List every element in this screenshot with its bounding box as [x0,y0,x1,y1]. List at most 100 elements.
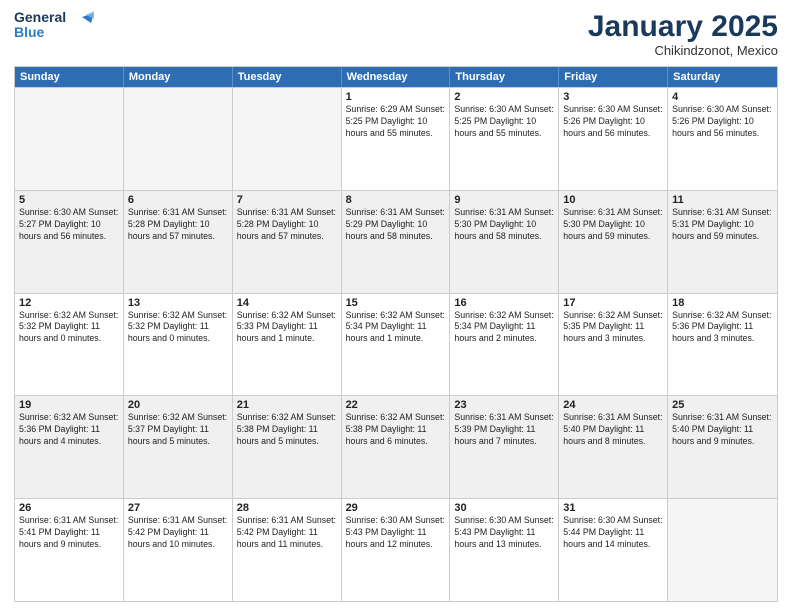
day-number: 21 [237,399,337,411]
header-day-thursday: Thursday [450,67,559,87]
calendar-cell-day-14: 14Sunrise: 6:32 AM Sunset: 5:33 PM Dayli… [233,294,342,396]
calendar-cell-day-22: 22Sunrise: 6:32 AM Sunset: 5:38 PM Dayli… [342,396,451,498]
header-day-friday: Friday [559,67,668,87]
day-number: 26 [19,502,119,514]
page: General Blue January 2025 Chikindzonot, … [0,0,792,612]
calendar-cell-day-1: 1Sunrise: 6:29 AM Sunset: 5:25 PM Daylig… [342,88,451,190]
cell-info-text: Sunrise: 6:31 AM Sunset: 5:40 PM Dayligh… [672,412,773,448]
calendar-cell-empty-4-6 [668,499,777,601]
day-number: 14 [237,297,337,309]
cell-info-text: Sunrise: 6:32 AM Sunset: 5:32 PM Dayligh… [19,310,119,346]
calendar-cell-day-9: 9Sunrise: 6:31 AM Sunset: 5:30 PM Daylig… [450,191,559,293]
calendar: SundayMondayTuesdayWednesdayThursdayFrid… [14,66,778,602]
day-number: 29 [346,502,446,514]
calendar-cell-day-18: 18Sunrise: 6:32 AM Sunset: 5:36 PM Dayli… [668,294,777,396]
calendar-cell-day-2: 2Sunrise: 6:30 AM Sunset: 5:25 PM Daylig… [450,88,559,190]
calendar-cell-day-8: 8Sunrise: 6:31 AM Sunset: 5:29 PM Daylig… [342,191,451,293]
calendar-cell-day-6: 6Sunrise: 6:31 AM Sunset: 5:28 PM Daylig… [124,191,233,293]
day-number: 1 [346,91,446,103]
cell-info-text: Sunrise: 6:31 AM Sunset: 5:39 PM Dayligh… [454,412,554,448]
day-number: 7 [237,194,337,206]
cell-info-text: Sunrise: 6:32 AM Sunset: 5:34 PM Dayligh… [346,310,446,346]
calendar-row-0: 1Sunrise: 6:29 AM Sunset: 5:25 PM Daylig… [15,87,777,190]
calendar-cell-day-24: 24Sunrise: 6:31 AM Sunset: 5:40 PM Dayli… [559,396,668,498]
day-number: 18 [672,297,773,309]
title-block: January 2025 Chikindzonot, Mexico [588,10,778,58]
cell-info-text: Sunrise: 6:30 AM Sunset: 5:27 PM Dayligh… [19,207,119,243]
cell-info-text: Sunrise: 6:31 AM Sunset: 5:29 PM Dayligh… [346,207,446,243]
cell-info-text: Sunrise: 6:30 AM Sunset: 5:25 PM Dayligh… [454,104,554,140]
cell-info-text: Sunrise: 6:32 AM Sunset: 5:35 PM Dayligh… [563,310,663,346]
cell-info-text: Sunrise: 6:31 AM Sunset: 5:42 PM Dayligh… [237,515,337,551]
cell-info-text: Sunrise: 6:31 AM Sunset: 5:40 PM Dayligh… [563,412,663,448]
logo-line2: Blue [14,25,66,40]
month-title: January 2025 [588,10,778,43]
calendar-cell-day-17: 17Sunrise: 6:32 AM Sunset: 5:35 PM Dayli… [559,294,668,396]
calendar-cell-day-11: 11Sunrise: 6:31 AM Sunset: 5:31 PM Dayli… [668,191,777,293]
calendar-cell-empty-0-0 [15,88,124,190]
day-number: 5 [19,194,119,206]
calendar-cell-day-3: 3Sunrise: 6:30 AM Sunset: 5:26 PM Daylig… [559,88,668,190]
cell-info-text: Sunrise: 6:30 AM Sunset: 5:26 PM Dayligh… [563,104,663,140]
cell-info-text: Sunrise: 6:30 AM Sunset: 5:43 PM Dayligh… [346,515,446,551]
cell-info-text: Sunrise: 6:31 AM Sunset: 5:30 PM Dayligh… [563,207,663,243]
calendar-cell-day-5: 5Sunrise: 6:30 AM Sunset: 5:27 PM Daylig… [15,191,124,293]
day-number: 8 [346,194,446,206]
calendar-row-2: 12Sunrise: 6:32 AM Sunset: 5:32 PM Dayli… [15,293,777,396]
day-number: 13 [128,297,228,309]
logo-line1: General [14,10,66,25]
cell-info-text: Sunrise: 6:32 AM Sunset: 5:36 PM Dayligh… [672,310,773,346]
calendar-row-1: 5Sunrise: 6:30 AM Sunset: 5:27 PM Daylig… [15,190,777,293]
calendar-cell-day-4: 4Sunrise: 6:30 AM Sunset: 5:26 PM Daylig… [668,88,777,190]
header-day-saturday: Saturday [668,67,777,87]
calendar-cell-day-25: 25Sunrise: 6:31 AM Sunset: 5:40 PM Dayli… [668,396,777,498]
cell-info-text: Sunrise: 6:31 AM Sunset: 5:31 PM Dayligh… [672,207,773,243]
calendar-cell-day-15: 15Sunrise: 6:32 AM Sunset: 5:34 PM Dayli… [342,294,451,396]
day-number: 11 [672,194,773,206]
cell-info-text: Sunrise: 6:32 AM Sunset: 5:38 PM Dayligh… [237,412,337,448]
day-number: 20 [128,399,228,411]
day-number: 28 [237,502,337,514]
day-number: 31 [563,502,663,514]
day-number: 17 [563,297,663,309]
cell-info-text: Sunrise: 6:32 AM Sunset: 5:32 PM Dayligh… [128,310,228,346]
day-number: 19 [19,399,119,411]
cell-info-text: Sunrise: 6:30 AM Sunset: 5:43 PM Dayligh… [454,515,554,551]
cell-info-text: Sunrise: 6:31 AM Sunset: 5:28 PM Dayligh… [128,207,228,243]
calendar-cell-day-23: 23Sunrise: 6:31 AM Sunset: 5:39 PM Dayli… [450,396,559,498]
cell-info-text: Sunrise: 6:32 AM Sunset: 5:33 PM Dayligh… [237,310,337,346]
calendar-cell-day-7: 7Sunrise: 6:31 AM Sunset: 5:28 PM Daylig… [233,191,342,293]
cell-info-text: Sunrise: 6:32 AM Sunset: 5:36 PM Dayligh… [19,412,119,448]
cell-info-text: Sunrise: 6:31 AM Sunset: 5:42 PM Dayligh… [128,515,228,551]
header-day-wednesday: Wednesday [342,67,451,87]
calendar-cell-day-29: 29Sunrise: 6:30 AM Sunset: 5:43 PM Dayli… [342,499,451,601]
calendar-cell-empty-0-1 [124,88,233,190]
header: General Blue January 2025 Chikindzonot, … [14,10,778,58]
cell-info-text: Sunrise: 6:30 AM Sunset: 5:26 PM Dayligh… [672,104,773,140]
cell-info-text: Sunrise: 6:32 AM Sunset: 5:34 PM Dayligh… [454,310,554,346]
header-day-tuesday: Tuesday [233,67,342,87]
cell-info-text: Sunrise: 6:30 AM Sunset: 5:44 PM Dayligh… [563,515,663,551]
calendar-row-4: 26Sunrise: 6:31 AM Sunset: 5:41 PM Dayli… [15,498,777,601]
calendar-cell-day-16: 16Sunrise: 6:32 AM Sunset: 5:34 PM Dayli… [450,294,559,396]
cell-info-text: Sunrise: 6:31 AM Sunset: 5:30 PM Dayligh… [454,207,554,243]
day-number: 3 [563,91,663,103]
day-number: 25 [672,399,773,411]
calendar-cell-day-31: 31Sunrise: 6:30 AM Sunset: 5:44 PM Dayli… [559,499,668,601]
calendar-cell-day-19: 19Sunrise: 6:32 AM Sunset: 5:36 PM Dayli… [15,396,124,498]
calendar-cell-day-28: 28Sunrise: 6:31 AM Sunset: 5:42 PM Dayli… [233,499,342,601]
day-number: 24 [563,399,663,411]
day-number: 22 [346,399,446,411]
cell-info-text: Sunrise: 6:31 AM Sunset: 5:41 PM Dayligh… [19,515,119,551]
day-number: 4 [672,91,773,103]
day-number: 6 [128,194,228,206]
subtitle: Chikindzonot, Mexico [588,43,778,58]
day-number: 30 [454,502,554,514]
calendar-cell-day-27: 27Sunrise: 6:31 AM Sunset: 5:42 PM Dayli… [124,499,233,601]
day-number: 2 [454,91,554,103]
calendar-cell-day-26: 26Sunrise: 6:31 AM Sunset: 5:41 PM Dayli… [15,499,124,601]
calendar-header: SundayMondayTuesdayWednesdayThursdayFrid… [15,67,777,87]
cell-info-text: Sunrise: 6:32 AM Sunset: 5:37 PM Dayligh… [128,412,228,448]
calendar-cell-day-12: 12Sunrise: 6:32 AM Sunset: 5:32 PM Dayli… [15,294,124,396]
header-day-sunday: Sunday [15,67,124,87]
